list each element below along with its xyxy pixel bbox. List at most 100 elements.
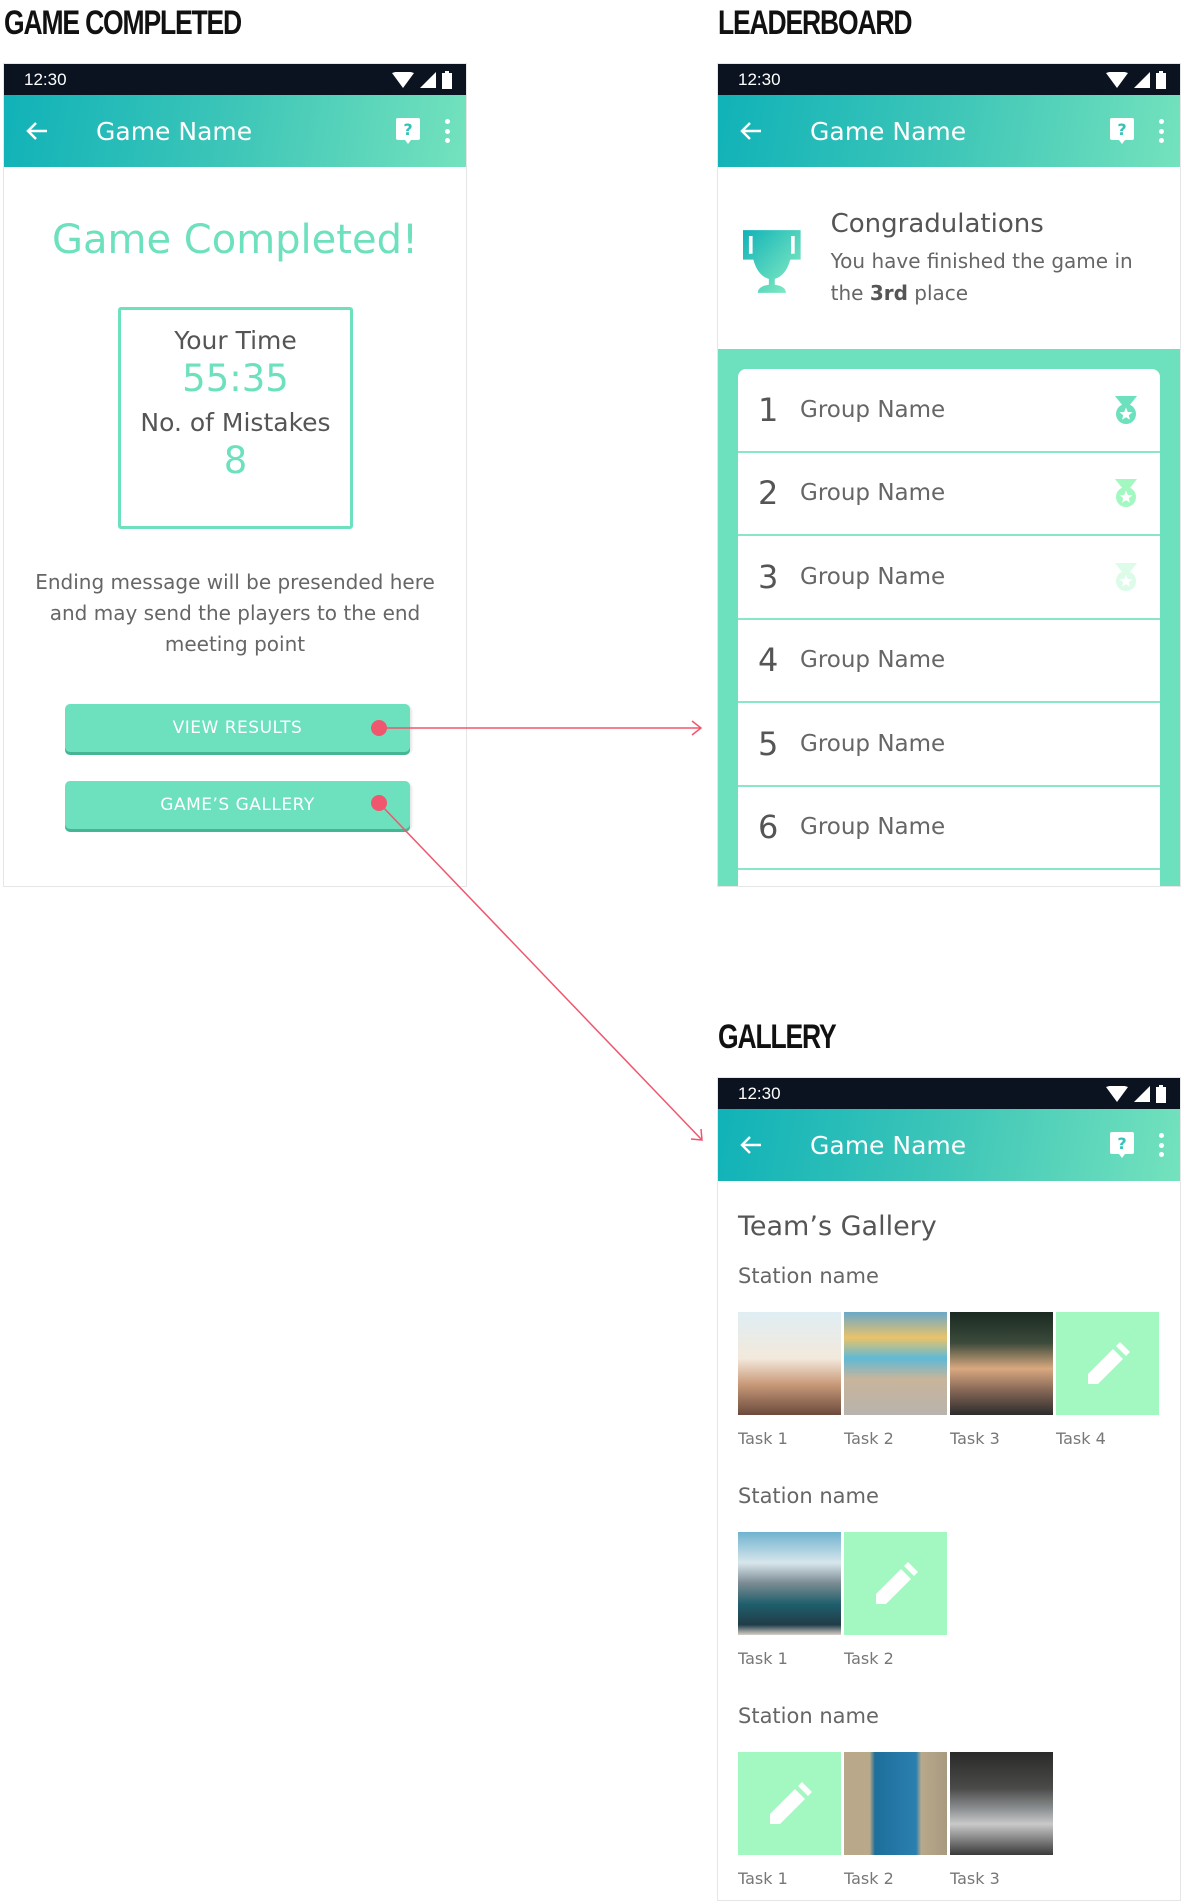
task-photo[interactable]	[950, 1312, 1053, 1415]
leaderboard-list[interactable]: 1 Group Name 2 Group Name 3 Group Name 4 Group …	[738, 369, 1160, 886]
task-photo[interactable]	[844, 1752, 947, 1855]
group-name: Group Name	[800, 563, 946, 590]
ending-message: Ending message will be presended here an…	[35, 570, 435, 656]
congrats-panel: Congradulations You have finished the ga…	[718, 167, 1180, 349]
signal-icon	[1134, 1085, 1150, 1102]
leaderboard-row-partial	[738, 870, 1160, 886]
rank-number: 3	[758, 557, 779, 596]
task-label: Task 3	[950, 1869, 1000, 1888]
app-title: Game Name	[810, 116, 967, 146]
wifi-icon	[392, 71, 414, 88]
add-photo-button[interactable]	[1056, 1312, 1159, 1415]
leaderboard-row[interactable]: 1 Group Name	[738, 369, 1160, 453]
task-label: Task 1	[738, 1429, 788, 1448]
task-label: Task 1	[738, 1869, 788, 1888]
station-section: Station name Task 1 Task 2 Task 3	[738, 1704, 1160, 1888]
medal-icon	[1115, 479, 1137, 508]
place-value: 3rd	[869, 281, 908, 305]
svg-text:?: ?	[1117, 120, 1126, 139]
games-gallery-button[interactable]: GAME’S GALLERY	[65, 781, 410, 829]
congrats-message: You have finished the game in the 3rd pl…	[830, 249, 1133, 305]
pencil-icon	[1087, 1341, 1130, 1384]
task-item[interactable]: Task 1	[738, 1312, 841, 1448]
task-photo[interactable]	[844, 1312, 947, 1415]
gallery-title: Team’s Gallery	[738, 1211, 937, 1242]
more-options-button[interactable]	[1158, 1133, 1164, 1157]
add-photo-button[interactable]	[844, 1532, 947, 1635]
task-label: Task 4	[1056, 1429, 1106, 1448]
task-label: Task 2	[844, 1869, 894, 1888]
leaderboard-row[interactable]: 2 Group Name	[738, 453, 1160, 536]
station-name: Station name	[738, 1264, 879, 1288]
rank-number: 4	[758, 641, 779, 680]
back-button[interactable]	[26, 119, 50, 143]
task-label: Task 1	[738, 1649, 788, 1668]
task-photo[interactable]	[950, 1752, 1053, 1855]
rank-number: 5	[758, 724, 779, 763]
battery-icon	[1156, 70, 1166, 89]
game-completed-heading: Game Completed!	[52, 217, 418, 263]
app-bar: Game Name ?	[718, 95, 1180, 167]
time-label: Your Time	[174, 326, 297, 355]
game-completed-screen: 12:30 Game Name ? Game Completed! Your T…	[4, 64, 466, 886]
gallery-content: Team’s Gallery Station name Task 1 Task 2 T…	[718, 1211, 1180, 1888]
task-item[interactable]: Task 3	[950, 1312, 1053, 1448]
help-icon[interactable]: ?	[1110, 1132, 1134, 1158]
medal-icon	[1115, 562, 1137, 591]
task-item[interactable]: Task 2	[844, 1752, 947, 1888]
leaderboard-area: 1 Group Name 2 Group Name 3 Group Name 4 Group …	[718, 349, 1180, 886]
app-title: Game Name	[810, 1130, 967, 1160]
help-icon[interactable]: ?	[396, 118, 420, 144]
add-photo-button[interactable]	[738, 1752, 841, 1855]
task-item[interactable]: Task 3	[950, 1752, 1053, 1888]
leaderboard-row[interactable]: 4 Group Name	[738, 620, 1160, 703]
station-name: Station name	[738, 1484, 879, 1508]
station-section: Station name Task 1 Task 2 Task 3 Task 4	[738, 1264, 1160, 1448]
game-completed-content: Game Completed! Your Time 55:35 No. of M…	[4, 167, 466, 886]
leaderboard-row[interactable]: 6 Group Name	[738, 787, 1160, 870]
more-options-button[interactable]	[444, 119, 450, 143]
task-item[interactable]: Task 4	[1056, 1312, 1159, 1448]
trophy-icon	[743, 230, 801, 293]
battery-icon	[442, 70, 452, 89]
wifi-icon	[1106, 1085, 1128, 1102]
task-photo[interactable]	[738, 1532, 841, 1635]
rank-number: 2	[758, 474, 779, 513]
app-title: Game Name	[96, 116, 253, 146]
help-icon[interactable]: ?	[1110, 118, 1134, 144]
task-item[interactable]: Task 2	[844, 1532, 947, 1668]
task-item[interactable]: Task 1	[738, 1752, 841, 1888]
back-button[interactable]	[740, 1133, 764, 1157]
station-section: Station name Task 1 Task 2	[738, 1484, 1160, 1668]
back-button[interactable]	[740, 119, 764, 143]
gallery-arrowhead	[690, 1128, 703, 1141]
more-options-button[interactable]	[1158, 119, 1164, 143]
leaderboard-row[interactable]: 5 Group Name	[738, 703, 1160, 787]
status-time: 12:30	[738, 69, 781, 89]
pencil-icon	[769, 1781, 812, 1824]
group-name: Group Name	[800, 396, 946, 423]
section-title-game-completed: GAME COMPLETED	[4, 4, 242, 42]
view-results-button[interactable]: VIEW RESULTS	[65, 704, 410, 752]
leaderboard-screen: 12:30 Game Name ? Congradulations You ha…	[718, 64, 1180, 886]
group-name: Group Name	[800, 480, 946, 507]
task-label: Task 2	[844, 1429, 894, 1448]
stats-box: Your Time 55:35 No. of Mistakes 8	[118, 307, 353, 529]
status-bar: 12:30	[718, 64, 1180, 95]
gallery-screen: 12:30 Game Name ? Team’s Gallery Station…	[718, 1078, 1180, 1900]
view-results-arrowhead	[691, 720, 703, 736]
leaderboard-row[interactable]: 3 Group Name	[738, 536, 1160, 620]
group-name: Group Name	[800, 647, 946, 674]
rank-number: 6	[758, 808, 779, 847]
task-item[interactable]: Task 2	[844, 1312, 947, 1448]
status-time: 12:30	[738, 1083, 781, 1103]
task-photo[interactable]	[738, 1312, 841, 1415]
app-bar: Game Name ?	[4, 95, 466, 167]
svg-text:?: ?	[403, 120, 412, 139]
group-name: Group Name	[800, 730, 946, 757]
wifi-icon	[1106, 71, 1128, 88]
status-bar: 12:30	[718, 1078, 1180, 1109]
pencil-icon	[875, 1561, 918, 1604]
task-item[interactable]: Task 1	[738, 1532, 841, 1668]
medal-icon	[1115, 395, 1137, 424]
